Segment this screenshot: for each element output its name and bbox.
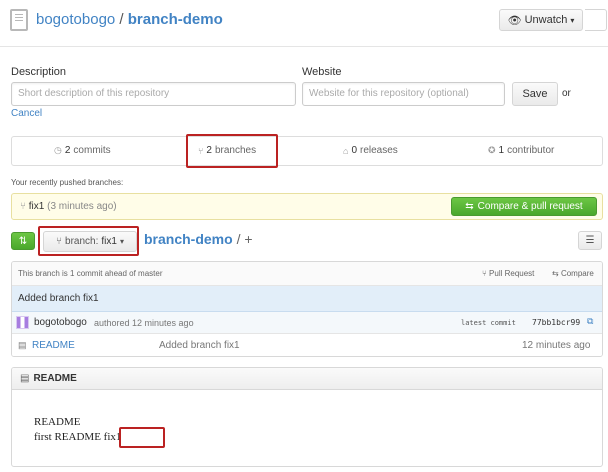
recent-branch-time: (3 minutes ago) xyxy=(47,201,117,212)
description-label: Description xyxy=(11,66,67,78)
file-commit-message[interactable]: Added branch fix1 xyxy=(159,340,240,351)
compare-pull-request-button[interactable]: ⇆ Compare & pull request xyxy=(451,197,597,216)
ahead-text: This branch is 1 commit ahead of master xyxy=(18,269,163,278)
commit-sha[interactable]: 77bb1bcr99 xyxy=(532,318,580,327)
pull-request-icon: ⑂ xyxy=(482,269,487,278)
unwatch-label: Unwatch xyxy=(524,14,568,26)
highlight-box-readme-fix1 xyxy=(119,427,165,448)
file-age: 12 minutes ago xyxy=(522,340,591,351)
repo-icon xyxy=(10,9,28,31)
commit-author[interactable]: bogotobogo xyxy=(34,317,87,328)
contributors-label: contributor xyxy=(507,145,555,156)
branch-icon: ⑂ xyxy=(20,201,26,212)
pull-request-link[interactable]: ⑂ Pull Request xyxy=(482,269,534,278)
authored-text: authored 12 minutes ago xyxy=(94,318,194,328)
cancel-link[interactable]: Cancel xyxy=(11,108,42,119)
compare-icon: ⇆ xyxy=(552,269,559,278)
readme-line-1: README xyxy=(34,416,81,428)
owner-link[interactable]: bogotobogo xyxy=(36,11,115,28)
breadcrumb-repo-link[interactable]: branch-demo xyxy=(144,231,233,247)
copy-sha-icon[interactable]: ⧉ xyxy=(587,316,593,327)
watch-count-button[interactable] xyxy=(585,9,607,31)
unwatch-button[interactable]: 👁 Unwatch ▾ xyxy=(499,9,583,31)
compare-icon: ⇆ xyxy=(465,201,474,212)
contributors-stat[interactable]: ✪ 1 contributor xyxy=(488,145,554,156)
pull-request-label: Pull Request xyxy=(489,269,535,278)
history-icon: ◷ xyxy=(54,145,62,155)
avatar[interactable] xyxy=(16,316,29,329)
branch-status-row: This branch is 1 commit ahead of master … xyxy=(12,262,602,286)
releases-label: releases xyxy=(360,145,398,156)
readme-content: README first README fix1 xyxy=(34,415,121,445)
recent-branch-name[interactable]: fix1 xyxy=(29,201,45,212)
releases-count: 0 xyxy=(351,145,357,156)
or-text: or xyxy=(562,88,571,99)
description-input[interactable]: Short description of this repository xyxy=(11,82,296,106)
compare-pull-request-label: Compare & pull request xyxy=(477,201,583,212)
save-button[interactable]: Save xyxy=(512,82,558,106)
highlight-box-branches xyxy=(186,134,278,168)
book-icon: ▤ xyxy=(20,373,30,384)
commits-count: 2 xyxy=(64,145,71,156)
list-view-button[interactable]: ☰ xyxy=(578,231,602,250)
tag-icon: ⌂ xyxy=(343,145,349,156)
readme-line-2: first README xyxy=(34,431,104,443)
compare-label: Compare xyxy=(560,269,594,278)
list-icon: ☰ xyxy=(585,235,595,246)
header-divider xyxy=(0,46,608,47)
eye-icon: 👁 xyxy=(507,14,522,27)
file-icon: ▤ xyxy=(18,340,27,350)
compare-link[interactable]: ⇆ Compare xyxy=(552,269,594,278)
file-table: This branch is 1 commit ahead of master … xyxy=(11,261,603,357)
repo-stats-bar: ◷ 2 commits ⑂ 2 branches ⌂ 0 releases ✪ … xyxy=(11,136,603,166)
compare-icon: ⇅ xyxy=(18,235,28,247)
recent-branches-heading: Your recently pushed branches: xyxy=(11,178,124,187)
commit-message: Added branch fix1 xyxy=(18,293,99,304)
repo-link[interactable]: branch-demo xyxy=(128,11,223,28)
readme-header: ▤ README xyxy=(12,368,602,390)
latest-commit-label: latest commit xyxy=(461,319,516,327)
releases-stat[interactable]: ⌂ 0 releases xyxy=(343,145,398,156)
breadcrumb: branch-demo / + xyxy=(144,231,253,247)
website-label: Website xyxy=(302,66,342,78)
chevron-down-icon: ▾ xyxy=(570,15,575,25)
breadcrumb-path[interactable]: / + xyxy=(237,231,253,247)
organization-icon: ✪ xyxy=(488,145,496,155)
contributors-count: 1 xyxy=(498,145,505,156)
compare-review-button[interactable]: ⇅ xyxy=(11,232,35,250)
commit-message-row: Added branch fix1 xyxy=(12,286,602,312)
title-separator: / xyxy=(119,11,124,28)
commits-label: commits xyxy=(73,145,111,156)
readme-panel: ▤ README README first README fix1 xyxy=(11,367,603,467)
commits-stat[interactable]: ◷ 2 commits xyxy=(54,145,111,156)
file-name-link[interactable]: README xyxy=(32,340,75,351)
website-input[interactable]: Website for this repository (optional) xyxy=(302,82,505,106)
highlight-box-branch-selector xyxy=(38,226,139,256)
repo-title: bogotobogo / branch-demo xyxy=(36,11,223,28)
table-row: ▤ README Added branch fix1 12 minutes ag… xyxy=(12,334,602,356)
commit-meta-row: bogotobogo authored 12 minutes ago lates… xyxy=(12,312,602,334)
readme-title: README xyxy=(33,373,77,384)
